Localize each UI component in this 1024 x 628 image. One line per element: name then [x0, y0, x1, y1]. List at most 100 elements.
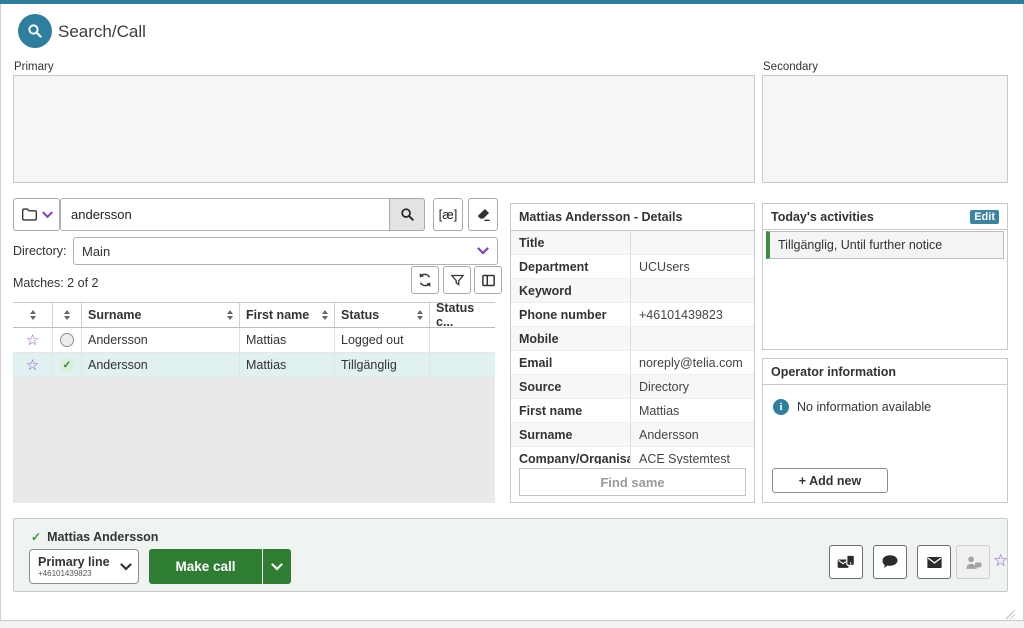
sort-icon: [322, 310, 328, 320]
status-cell: Tillgänglig: [335, 353, 430, 377]
field-label: Department: [511, 255, 631, 278]
surname-column-header[interactable]: Surname: [82, 303, 240, 327]
sms-icon: [836, 552, 856, 572]
columns-icon: [481, 273, 496, 288]
field-label: Source: [511, 375, 631, 398]
contact-chat-icon: [964, 553, 983, 572]
details-row: First nameMattias: [511, 399, 754, 423]
favorite-column-header[interactable]: [13, 303, 53, 327]
status-cell: Logged out: [335, 328, 430, 352]
surname-cell: Andersson: [82, 353, 240, 377]
firstname-cell: Mattias: [240, 353, 335, 377]
phonetic-search-label: [æ]: [439, 207, 458, 222]
find-same-button[interactable]: Find same: [519, 468, 746, 496]
refresh-button[interactable]: [411, 266, 439, 294]
window-footer: [0, 621, 1024, 628]
field-label: Surname: [511, 423, 631, 446]
field-value: Mattias: [631, 404, 754, 418]
presence-available-icon: ✓: [60, 358, 74, 372]
field-value: ACE Systemtest: [631, 452, 754, 465]
status-column-header[interactable]: Status: [335, 303, 430, 327]
details-row: Phone number+46101439823: [511, 303, 754, 327]
field-label: Phone number: [511, 303, 631, 326]
field-label: Company/Organisation: [511, 447, 631, 464]
phonetic-search-button[interactable]: [æ]: [433, 198, 463, 231]
make-call-split-button: Make call: [149, 549, 291, 584]
field-value: UCUsers: [631, 260, 754, 274]
chevron-down-icon: [271, 563, 283, 571]
details-fields: Title DepartmentUCUsers Keyword Phone nu…: [511, 231, 754, 464]
details-row: SourceDirectory: [511, 375, 754, 399]
search-button[interactable]: [389, 198, 425, 231]
operator-information-panel: Operator information i No information av…: [762, 358, 1008, 503]
window-top-accent-bar: [0, 0, 1024, 4]
contact-details-panel: Mattias Andersson - Details Title Depart…: [510, 203, 755, 503]
status-c-cell: [430, 353, 495, 377]
presence-loggedout-icon: [60, 333, 74, 347]
page-title: Search/Call: [58, 22, 146, 42]
directory-selected-value: Main: [82, 244, 477, 259]
details-row: DepartmentUCUsers: [511, 255, 754, 279]
search-source-button[interactable]: [13, 198, 60, 231]
add-new-button[interactable]: + Add new: [772, 468, 888, 493]
search-call-icon: [18, 14, 52, 48]
chevron-down-icon: [42, 211, 53, 219]
search-call-window: Search/Call Primary Secondary [æ] Direct…: [0, 0, 1024, 628]
resize-handle[interactable]: [1003, 610, 1015, 619]
chat-bubble-icon: [881, 553, 899, 571]
clear-search-button[interactable]: [468, 198, 498, 231]
activity-item[interactable]: Tillgänglig, Until further notice: [766, 231, 1004, 259]
favorite-star-icon[interactable]: ☆: [26, 358, 39, 373]
chevron-down-icon: [477, 247, 489, 255]
results-table-header: Surname First name Status Status c...: [13, 302, 495, 328]
contact-chat-button-disabled: [956, 545, 990, 579]
field-label: Mobile: [511, 327, 631, 350]
email-icon: [925, 553, 944, 572]
column-label: Status: [341, 308, 379, 322]
field-value: Directory: [631, 380, 754, 394]
firstname-cell: Mattias: [240, 328, 335, 352]
sort-icon: [30, 310, 36, 320]
directory-select[interactable]: Main: [73, 237, 498, 265]
make-call-options-button[interactable]: [263, 549, 291, 584]
directory-label: Directory:: [13, 244, 66, 258]
results-table: Surname First name Status Status c... ☆ …: [13, 302, 495, 378]
line-number: +46101439823: [38, 569, 120, 578]
column-settings-button[interactable]: [474, 266, 502, 294]
refresh-icon: [417, 272, 433, 288]
details-row: Title: [511, 231, 754, 255]
make-call-button[interactable]: Make call: [149, 549, 262, 584]
filter-funnel-icon: [450, 273, 465, 288]
primary-panel[interactable]: [13, 75, 755, 183]
folder-icon: [21, 207, 38, 222]
call-bar: ✓ Mattias Andersson Primary line +461014…: [13, 518, 1008, 592]
operator-panel-title: Operator information: [771, 365, 896, 379]
line-label: Primary line: [38, 556, 120, 569]
favorite-star-icon[interactable]: ☆: [26, 333, 39, 348]
status-c-column-header[interactable]: Status c...: [430, 303, 495, 327]
email-button[interactable]: [917, 545, 951, 579]
chat-button[interactable]: [873, 545, 907, 579]
field-label: First name: [511, 399, 631, 422]
favorite-star-icon[interactable]: ☆: [993, 552, 1008, 569]
firstname-column-header[interactable]: First name: [240, 303, 335, 327]
details-row: Emailnoreply@telia.com: [511, 351, 754, 375]
field-value: +46101439823: [631, 308, 754, 322]
todays-activities-panel: Today's activities Edit Tillgänglig, Unt…: [762, 203, 1008, 350]
details-row: Company/OrganisationACE Systemtest: [511, 447, 754, 464]
table-row-selected[interactable]: ☆ ✓ Andersson Mattias Tillgänglig: [13, 353, 495, 378]
field-value: noreply@telia.com: [631, 356, 754, 370]
search-input[interactable]: [60, 198, 390, 231]
secondary-panel[interactable]: [762, 75, 1008, 183]
matches-count: Matches: 2 of 2: [13, 276, 98, 290]
presence-column-header[interactable]: [53, 303, 82, 327]
activities-panel-title: Today's activities: [771, 210, 874, 224]
results-table-empty-area: [13, 378, 495, 503]
send-sms-button[interactable]: [829, 545, 863, 579]
table-row[interactable]: ☆ Andersson Mattias Logged out: [13, 328, 495, 353]
line-select[interactable]: Primary line +46101439823: [29, 549, 139, 584]
column-label: First name: [246, 308, 309, 322]
details-row: Mobile: [511, 327, 754, 351]
filter-button[interactable]: [443, 266, 471, 294]
edit-activities-button[interactable]: Edit: [970, 210, 999, 224]
